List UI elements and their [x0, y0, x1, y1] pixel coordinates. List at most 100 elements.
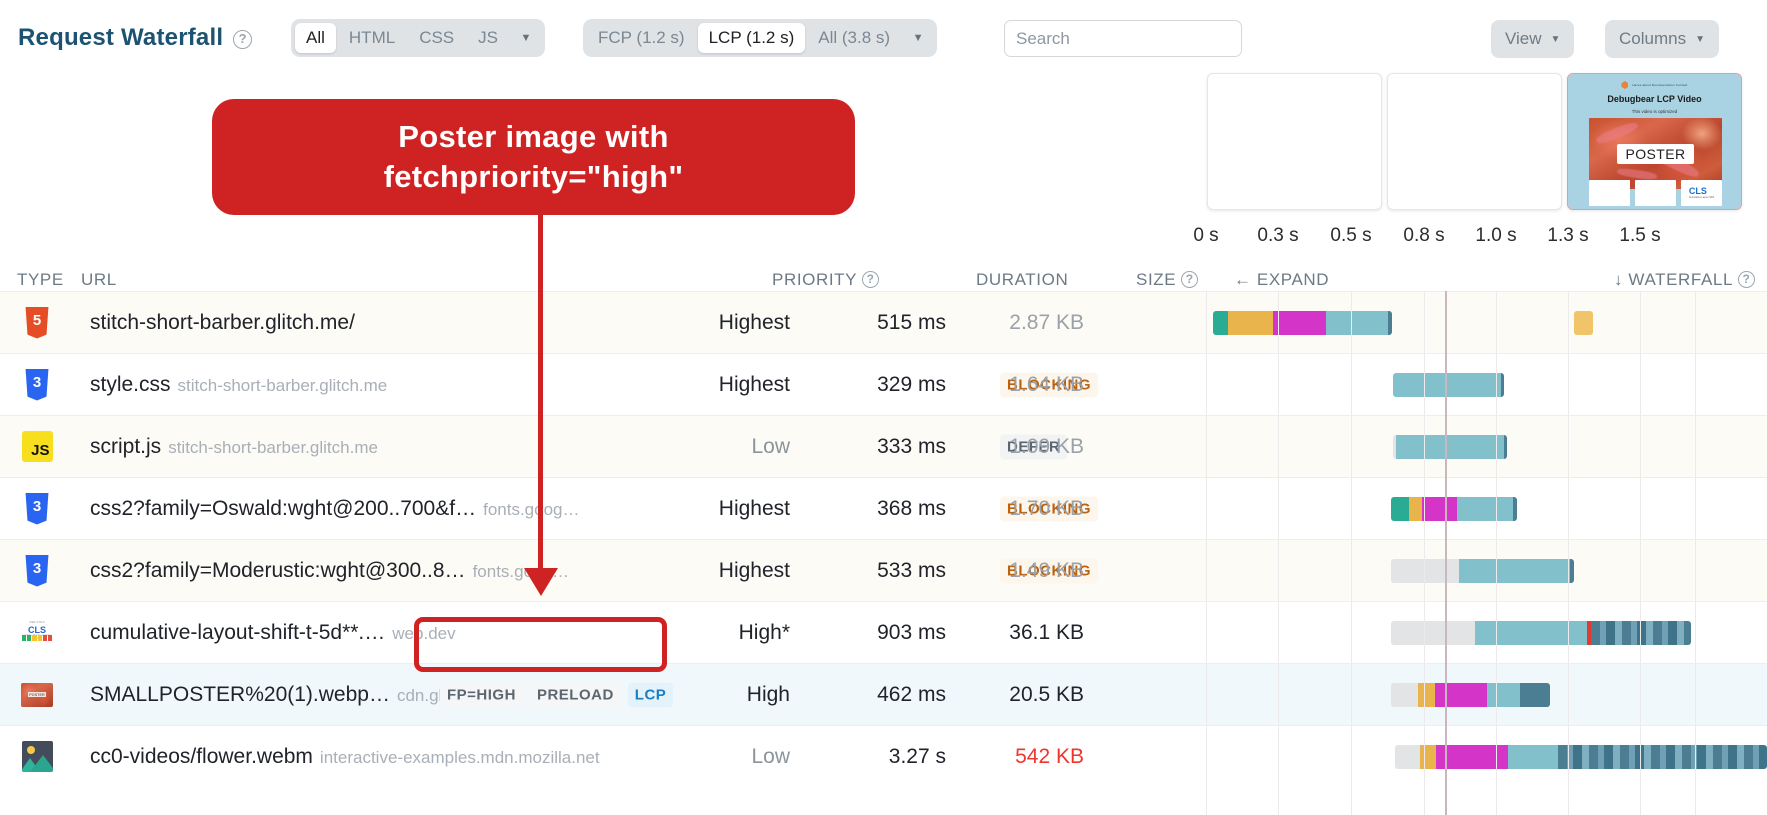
filmstrip-frame-2[interactable] [1387, 73, 1562, 210]
timeline-tick-6: 1.5 s [1619, 225, 1661, 246]
waterfall-lane[interactable] [1190, 726, 1767, 788]
request-url[interactable]: cc0-videos/flower.webm interactive-exampl… [90, 745, 600, 769]
timeline-tick-2: 0.5 s [1330, 225, 1372, 246]
view-button[interactable]: View ▼ [1491, 20, 1575, 58]
video-icon [20, 740, 54, 774]
help-icon[interactable]: ? [862, 271, 880, 288]
column-header-waterfall[interactable]: ↓ WATERFALL? [1614, 270, 1756, 290]
waterfall-lane[interactable] [1190, 292, 1767, 354]
waterfall-segment-ttfb [1487, 683, 1520, 707]
waterfall-segment-dl [1513, 497, 1517, 521]
preview-card-2 [1635, 180, 1676, 206]
request-url-name: script.js [90, 434, 162, 458]
waterfall-segment-dns [1213, 311, 1228, 335]
waterfall-lane[interactable] [1190, 478, 1767, 540]
timeline-tick-4: 1.0 s [1475, 225, 1517, 246]
request-duration: 462 ms [877, 682, 946, 706]
waterfall-lane[interactable] [1190, 540, 1767, 602]
request-url[interactable]: css2?family=Moderustic:wght@300..8… fonts… [90, 559, 569, 583]
table-row[interactable]: cc0-videos/flower.webm interactive-exampl… [0, 725, 1767, 787]
waterfall-bar[interactable] [1393, 373, 1504, 397]
column-header-type[interactable]: TYPE [17, 270, 64, 290]
search-input[interactable] [1004, 20, 1242, 57]
type-filter-chevron-down-icon[interactable]: ▼ [511, 23, 541, 53]
type-filter-all[interactable]: All [295, 23, 336, 53]
waterfall-bar[interactable] [1391, 621, 1691, 645]
table-row[interactable]: script.jsstitch-short-barber.glitch.meDE… [0, 415, 1767, 477]
waterfall-segment-ttfb [1457, 497, 1513, 521]
request-priority: Highest [718, 372, 790, 396]
preview-video-poster: POSTER [1589, 118, 1722, 189]
type-filter-js[interactable]: JS [467, 23, 509, 53]
filmstrip-frame-3[interactable]: Heres about Documentation Contact Debugb… [1567, 73, 1742, 210]
request-url[interactable]: stitch-short-barber.glitch.me/ [90, 311, 355, 335]
timeline-axis: 0 s 0.3 s 0.5 s 0.8 s 1.0 s 1.3 s 1.5 s [1190, 225, 1750, 249]
waterfall-bar[interactable] [1393, 435, 1507, 459]
waterfall-segment-ttfb [1396, 435, 1504, 459]
table-row[interactable]: css2?family=Moderustic:wght@300..8…fonts… [0, 539, 1767, 601]
type-filter-group[interactable]: All HTML CSS JS ▼ [291, 19, 545, 57]
request-duration: 329 ms [877, 372, 946, 396]
waterfall-lane[interactable] [1190, 416, 1767, 478]
preview-card-3: CLS Cumulative Layout Shift [1681, 180, 1722, 206]
table-row[interactable]: WEB VITALSCLSCUMULATIVE LAYOUT SHIFT cumu… [0, 601, 1767, 663]
table-row[interactable]: SMALLPOSTER%20(1).webp…cdn.glit…FP=HIGHP… [0, 663, 1767, 725]
waterfall-segment-ssl [1422, 497, 1457, 521]
html5-icon [20, 306, 54, 340]
columns-button[interactable]: Columns ▼ [1605, 20, 1719, 58]
preview-brand-text: Heres about Documentation Contact [1632, 83, 1688, 87]
request-url[interactable]: style.css stitch-short-barber.glitch.me [90, 373, 387, 397]
callout-line-1: Poster image with [398, 119, 669, 154]
request-url[interactable]: cumulative-layout-shift-t-5d**.… web.dev [90, 621, 456, 645]
column-header-url[interactable]: URL [81, 270, 117, 290]
request-size: 1.64 KB [1009, 372, 1084, 396]
request-url[interactable]: script.js stitch-short-barber.glitch.me [90, 435, 378, 459]
metric-filter-all[interactable]: All (3.8 s) [807, 23, 901, 53]
request-size: 1.70 KB [1009, 496, 1084, 520]
waterfall-bar[interactable] [1391, 497, 1517, 521]
help-icon[interactable]: ? [1181, 271, 1199, 288]
metric-filter-fcp[interactable]: FCP (1.2 s) [587, 23, 696, 53]
waterfall-bar[interactable] [1391, 559, 1574, 583]
waterfall-lane[interactable] [1190, 602, 1767, 664]
waterfall-lane[interactable] [1190, 664, 1767, 726]
type-filter-html[interactable]: HTML [338, 23, 406, 53]
request-priority: Highest [718, 496, 790, 520]
request-size: 36.1 KB [1009, 620, 1084, 644]
waterfall-bar[interactable] [1395, 745, 1767, 769]
request-priority: Low [751, 744, 790, 768]
waterfall-lane[interactable] [1190, 354, 1767, 416]
waterfall-segment-ssl [1436, 745, 1508, 769]
help-icon[interactable]: ? [1738, 271, 1756, 288]
badge-fphigh: FP=HIGH [440, 682, 523, 707]
table-row[interactable]: style.cssstitch-short-barber.glitch.meBL… [0, 353, 1767, 415]
request-url-name: css2?family=Moderustic:wght@300..8… [90, 558, 466, 582]
js-icon [20, 430, 54, 464]
column-header-duration[interactable]: DURATION [976, 270, 1068, 290]
type-filter-css[interactable]: CSS [408, 23, 465, 53]
request-url[interactable]: css2?family=Oswald:wght@200..700&f… fonts… [90, 497, 580, 521]
cls-image-icon: WEB VITALSCLSCUMULATIVE LAYOUT SHIFT [20, 616, 54, 650]
column-header-priority[interactable]: PRIORITY? [772, 270, 880, 290]
preview-card-1 [1589, 180, 1630, 206]
metric-filter-lcp[interactable]: LCP (1.2 s) [697, 23, 806, 53]
css3-icon [20, 492, 54, 526]
waterfall-segment-ttfb [1393, 373, 1501, 397]
column-header-size[interactable]: SIZE? [1136, 270, 1199, 290]
waterfall-bar[interactable] [1213, 311, 1392, 335]
metric-filter-chevron-down-icon[interactable]: ▼ [903, 23, 933, 53]
filmstrip-frame-1[interactable] [1207, 73, 1382, 210]
table-row[interactable]: css2?family=Oswald:wght@200..700&f… fonts… [0, 477, 1767, 539]
waterfall-segment-ssl [1435, 683, 1487, 707]
metric-filter-group[interactable]: FCP (1.2 s) LCP (1.2 s) All (3.8 s) ▼ [583, 19, 938, 57]
table-row[interactable]: stitch-short-barber.glitch.me/Highest 515… [0, 291, 1767, 353]
annotation-arrow-head-icon [524, 568, 558, 596]
annotation-arrow-stem [538, 200, 543, 570]
column-header-expand[interactable]: ← EXPAND [1234, 270, 1329, 290]
preview-cards: CLS Cumulative Layout Shift [1589, 180, 1722, 206]
request-url[interactable]: SMALLPOSTER%20(1).webp… cdn.glit… [90, 683, 468, 707]
waterfall-bar[interactable] [1391, 683, 1550, 707]
timeline-tick-5: 1.3 s [1547, 225, 1589, 246]
request-priority: Highest [718, 310, 790, 334]
help-icon[interactable]: ? [233, 30, 253, 49]
